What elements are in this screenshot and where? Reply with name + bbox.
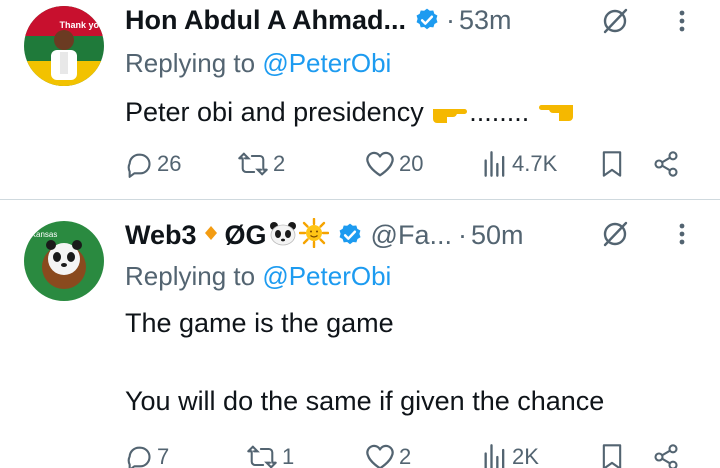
views-count: 4.7K [512,151,558,176]
mention-link[interactable]: @PeterObi [262,48,391,78]
like-count: 20 [399,151,424,176]
grok-icon[interactable] [600,6,630,36]
like-icon [365,443,395,468]
bookmark-button[interactable] [600,439,624,468]
reply-tweet[interactable]: Thank you Hon Abdul A Ahmad... · 53m Rep… [0,0,720,200]
more-icon[interactable] [672,6,692,36]
avatar-caption: Kansas [31,230,58,239]
tweet-text-dots: ........ [469,97,530,127]
timeline-feed: Thank you Hon Abdul A Ahmad... · 53m Rep… [0,0,720,468]
author-name[interactable]: Hon Abdul A Ahmad... [125,5,406,36]
timestamp[interactable]: 53m [459,5,512,36]
author-handle[interactable]: @Fa... [371,220,452,251]
replying-to-label: Replying to [125,261,256,291]
bookmark-icon [600,150,624,178]
pointing-hand-emoji [537,99,575,137]
verified-badge-icon [414,7,440,33]
like-icon [365,150,395,178]
tweet-text: Peter obi and presidency ........ [125,93,700,137]
action-bar: 26 2 20 4.7K [125,146,720,182]
like-button[interactable]: 20 [365,146,423,182]
repost-icon [237,150,269,178]
repost-icon [246,443,278,468]
replying-to: Replying to @PeterObi [125,48,391,79]
share-icon [651,443,681,468]
mention-link[interactable]: @PeterObi [262,261,391,291]
panda-emoji [269,220,297,251]
pointing-hand-emoji [431,99,469,137]
replying-to: Replying to @PeterObi [125,261,391,292]
repost-button[interactable]: 2 [237,146,285,182]
like-button[interactable]: 2 [365,439,411,468]
views-button[interactable]: 4.7K [482,146,557,182]
more-icon[interactable] [672,219,692,249]
views-icon [482,150,508,178]
views-icon [482,443,508,468]
verified-badge-icon [337,222,363,248]
reply-button[interactable]: 7 [125,439,169,468]
timestamp[interactable]: 50m [471,220,524,251]
reply-count: 26 [157,151,182,176]
grok-icon[interactable] [600,219,630,249]
tweet-text: The game is the game You will do the sam… [125,304,700,420]
like-count: 2 [399,444,412,468]
bookmark-button[interactable] [600,146,624,182]
tweet-header: Web3 ØG @Fa... · 50m [125,217,720,253]
repost-count: 1 [282,444,295,468]
orange-diamond-emoji [204,225,217,245]
tweet-text-line-2: You will do the same if given the chance [125,386,605,416]
avatar[interactable]: Kansas [24,221,104,301]
reply-tweet[interactable]: Kansas Web3 ØG @Fa... · 50m Replying to … [0,201,720,468]
reply-button[interactable]: 26 [125,146,181,182]
views-button[interactable]: 2K [482,439,539,468]
separator-dot: · [445,4,455,35]
views-count: 2K [512,444,539,468]
bookmark-icon [600,443,624,468]
separator-dot: · [457,219,467,250]
repost-button[interactable]: 1 [246,439,294,468]
avatar[interactable]: Thank you [24,6,104,86]
author-name-suffix[interactable]: ØG [225,220,267,251]
sun-emoji [298,217,329,253]
tweet-text-line-1: The game is the game [125,308,394,338]
repost-count: 2 [273,151,286,176]
action-bar: 7 1 2 2K [125,439,720,468]
reply-icon [125,150,153,178]
reply-count: 7 [157,444,170,468]
tweet-header: Hon Abdul A Ahmad... · 53m [125,2,720,38]
share-icon [651,150,681,178]
share-button[interactable] [651,146,681,182]
share-button[interactable] [651,439,681,468]
tweet-text-main: Peter obi and presidency [125,97,424,127]
author-name[interactable]: Web3 [125,220,197,251]
replying-to-label: Replying to [125,48,256,78]
reply-icon [125,443,153,468]
avatar-caption: Thank you [59,20,104,30]
